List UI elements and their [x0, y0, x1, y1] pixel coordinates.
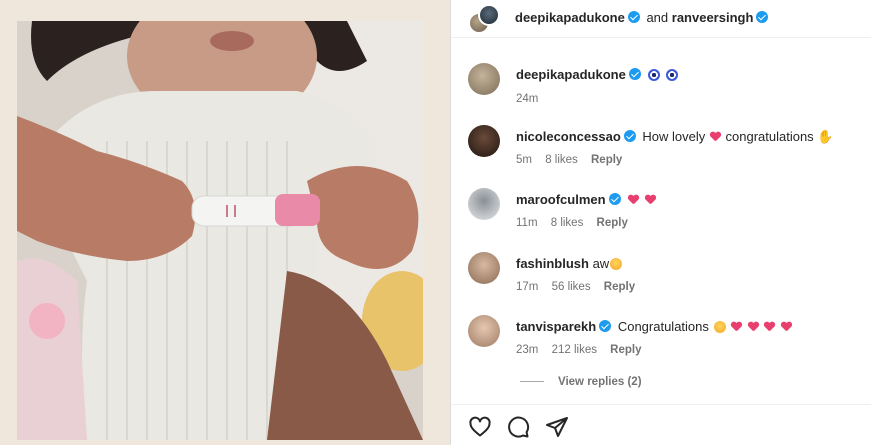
replies-divider: [520, 381, 544, 383]
avatar[interactable]: [468, 63, 500, 95]
avatar[interactable]: [468, 315, 500, 347]
comment-username[interactable]: deepikapadukone: [516, 67, 626, 82]
view-replies-button[interactable]: View replies (2): [520, 376, 642, 388]
post-media-panel: [0, 0, 450, 445]
comment-username[interactable]: nicoleconcessao: [516, 129, 621, 144]
heart-emoji-icon: [764, 322, 775, 332]
comment-time: 17m: [516, 281, 539, 293]
reply-button[interactable]: Reply: [591, 154, 622, 166]
avatar[interactable]: [468, 188, 500, 220]
heart-emoji-icon: [628, 195, 639, 205]
post-header: deepikapadukone and ranveersingh: [451, 0, 871, 38]
verified-badge-icon: [627, 11, 640, 23]
avatar[interactable]: [468, 252, 500, 284]
verified-badge-icon: [623, 130, 636, 142]
comment-text: aw: [592, 256, 610, 271]
heart-emoji-icon: [748, 322, 759, 332]
verified-badge-icon: [628, 68, 641, 80]
heart-icon[interactable]: [468, 415, 492, 439]
comment-time: 24m: [516, 93, 539, 105]
verified-badge-icon: [599, 320, 612, 332]
crying-face-icon: [610, 258, 623, 270]
reply-button[interactable]: Reply: [597, 217, 628, 229]
verified-badge-icon: [608, 193, 621, 205]
post-actions-bar: [451, 404, 871, 445]
comment-username[interactable]: maroofculmen: [516, 192, 606, 207]
verified-badge-icon: [756, 11, 769, 23]
share-icon[interactable]: [545, 415, 569, 439]
reply-button[interactable]: Reply: [604, 281, 635, 293]
comment-username[interactable]: fashinblush: [516, 256, 589, 271]
author-username[interactable]: deepikapadukone: [515, 10, 625, 25]
post-details-panel: deepikapadukone and ranveersingh deepika…: [451, 0, 871, 445]
comment-likes[interactable]: 8 likes: [551, 217, 584, 229]
evil-eye-icon: [666, 69, 679, 81]
comment-time: 5m: [516, 154, 532, 166]
clapping-hands-icon: ✋: [817, 129, 834, 144]
author-username[interactable]: ranveersingh: [672, 10, 754, 25]
post-authors: deepikapadukone and ranveersingh: [515, 10, 771, 25]
heart-emoji-icon: [781, 322, 792, 332]
post-photo[interactable]: [17, 21, 423, 440]
avatar: [478, 4, 500, 26]
heart-emoji-icon: [645, 195, 656, 205]
collab-avatars[interactable]: [468, 4, 500, 36]
comment-username[interactable]: tanvisparekh: [516, 319, 596, 334]
heart-emoji-icon: [731, 322, 742, 332]
comment-icon[interactable]: [506, 415, 530, 439]
post-photo-illustration: [17, 21, 423, 440]
reply-button[interactable]: Reply: [610, 344, 641, 356]
heart-emoji-icon: [710, 132, 721, 142]
view-replies-label: View replies (2): [558, 376, 642, 388]
comment-time: 11m: [516, 217, 538, 229]
comment-text: congratulations: [725, 129, 814, 144]
author-conjunction: and: [646, 10, 669, 25]
comment-likes[interactable]: 56 likes: [552, 281, 591, 293]
smiling-face-icon: [713, 321, 726, 333]
comment-text: Congratulations: [617, 319, 709, 334]
comment-text: How lovely: [642, 129, 706, 144]
comment-likes[interactable]: 8 likes: [545, 154, 578, 166]
avatar[interactable]: [468, 125, 500, 157]
comment-time: 23m: [516, 344, 539, 356]
evil-eye-icon: [648, 69, 661, 81]
comment-likes[interactable]: 212 likes: [552, 344, 597, 356]
